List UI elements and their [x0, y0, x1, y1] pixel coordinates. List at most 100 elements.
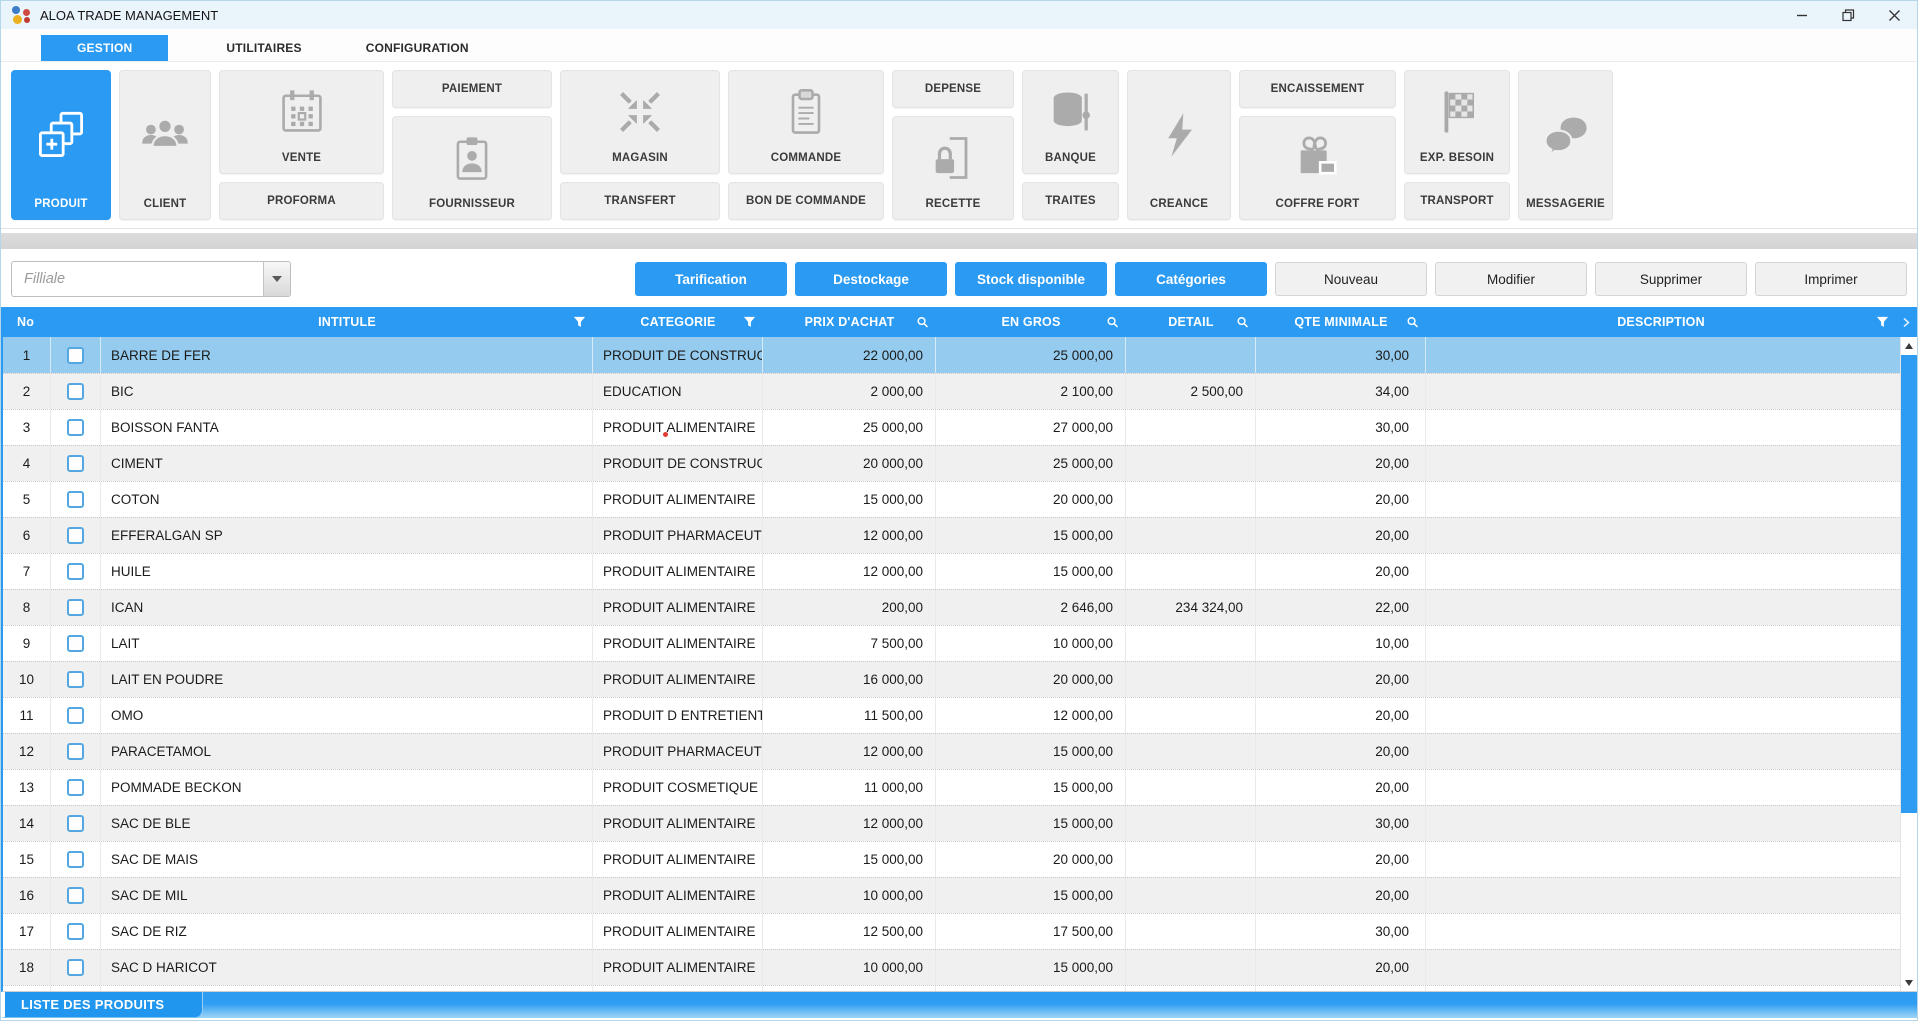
ribbon-button-produit[interactable]: PRODUIT	[11, 70, 111, 220]
imprimer-button[interactable]: Imprimer	[1755, 262, 1907, 296]
status-tab[interactable]: LISTE DES PRODUITS	[1, 992, 203, 1018]
table-row-1[interactable]: 1BARRE DE FERPRODUIT DE CONSTRUCTI22 000…	[3, 337, 1900, 373]
column-header-prix_achat[interactable]: PRIX D'ACHAT	[763, 307, 936, 337]
vertical-scrollbar[interactable]	[1900, 337, 1917, 991]
table-row-3[interactable]: 3BOISSON FANTAPRODUIT ALIMENTAIRE25 000,…	[3, 409, 1900, 445]
column-header-detail[interactable]: DETAIL	[1126, 307, 1256, 337]
column-header-no[interactable]: No	[3, 307, 51, 337]
column-header-qte_minimale[interactable]: QTE MINIMALE	[1256, 307, 1426, 337]
ribbon-button-magasin[interactable]: MAGASIN	[560, 70, 720, 174]
filter-funnel-icon[interactable]	[743, 316, 756, 329]
search-icon[interactable]	[916, 316, 929, 329]
table-row-17[interactable]: 17SAC DE RIZPRODUIT ALIMENTAIRE12 500,00…	[3, 913, 1900, 949]
table-row-18[interactable]: 18SAC D HARICOTPRODUIT ALIMENTAIRE10 000…	[3, 949, 1900, 985]
search-icon[interactable]	[1106, 316, 1119, 329]
ribbon-button-messagerie[interactable]: MESSAGERIE	[1518, 70, 1613, 220]
ribbon-button-depense[interactable]: DEPENSE	[892, 70, 1014, 108]
table-row-partial[interactable]	[3, 985, 1900, 991]
row-checkbox[interactable]	[67, 851, 84, 868]
tab-utilitaires[interactable]: UTILITAIRES	[220, 35, 307, 61]
filter-funnel-icon[interactable]	[573, 316, 586, 329]
row-checkbox[interactable]	[67, 419, 84, 436]
stock-disponible-button[interactable]: Stock disponible	[955, 262, 1107, 296]
row-checkbox[interactable]	[67, 491, 84, 508]
table-row-7[interactable]: 7HUILEPRODUIT ALIMENTAIRE12 000,0015 000…	[3, 553, 1900, 589]
dropdown-arrow-icon[interactable]	[263, 262, 290, 296]
filter-funnel-icon[interactable]	[1876, 316, 1889, 329]
ribbon-button-banque[interactable]: BANQUE	[1022, 70, 1119, 174]
table-row-12[interactable]: 12PARACETAMOLPRODUIT PHARMACEUTIQ12 000,…	[3, 733, 1900, 769]
table-row-4[interactable]: 4CIMENTPRODUIT DE CONSTRUCTI20 000,0025 …	[3, 445, 1900, 481]
ribbon-button-creance[interactable]: CREANCE	[1127, 70, 1231, 220]
table-row-16[interactable]: 16SAC DE MILPRODUIT ALIMENTAIRE10 000,00…	[3, 877, 1900, 913]
table-row-14[interactable]: 14SAC DE BLEPRODUIT ALIMENTAIRE12 000,00…	[3, 805, 1900, 841]
ribbon-button-exp-besoin[interactable]: EXP. BESOIN	[1404, 70, 1510, 174]
row-checkbox[interactable]	[67, 635, 84, 652]
ribbon-button-recette[interactable]: RECETTE	[892, 116, 1014, 220]
search-icon[interactable]	[1236, 316, 1249, 329]
table-row-10[interactable]: 10LAIT EN POUDREPRODUIT ALIMENTAIRE16 00…	[3, 661, 1900, 697]
row-checkbox[interactable]	[67, 779, 84, 796]
minimize-button[interactable]	[1779, 1, 1825, 29]
ribbon-button-transport[interactable]: TRANSPORT	[1404, 182, 1510, 220]
search-icon[interactable]	[1406, 316, 1419, 329]
table-row-2[interactable]: 2BICEDUCATION2 000,002 100,002 500,0034,…	[3, 373, 1900, 409]
row-checkbox[interactable]	[67, 383, 84, 400]
catégories-button[interactable]: Catégories	[1115, 262, 1267, 296]
ribbon-button-fournisseur[interactable]: FOURNISSEUR	[392, 116, 552, 220]
ribbon-button-transfert[interactable]: TRANSFERT	[560, 182, 720, 220]
table-row-6[interactable]: 6EFFERALGAN SPPRODUIT PHARMACEUTIQ12 000…	[3, 517, 1900, 553]
row-checkbox[interactable]	[67, 527, 84, 544]
cell-detail	[1126, 806, 1256, 841]
chevron-right-icon[interactable]	[1896, 307, 1917, 337]
scrollbar-thumb[interactable]	[1901, 355, 1917, 813]
ribbon-button-traites[interactable]: TRAITES	[1022, 182, 1119, 220]
destockage-button[interactable]: Destockage	[795, 262, 947, 296]
row-checkbox[interactable]	[67, 887, 84, 904]
tarification-button[interactable]: Tarification	[635, 262, 787, 296]
ribbon-button-encaissement[interactable]: ENCAISSEMENT	[1239, 70, 1396, 108]
ribbon-button-vente[interactable]: VENTE	[219, 70, 384, 174]
table-row-8[interactable]: 8ICANPRODUIT ALIMENTAIRE200,002 646,0023…	[3, 589, 1900, 625]
cell-qte_minimale: 20,00	[1256, 698, 1426, 733]
cell-check	[51, 734, 101, 769]
column-header-description[interactable]: DESCRIPTION	[1426, 307, 1896, 337]
tab-gestion[interactable]: GESTION	[41, 35, 168, 61]
ribbon-button-client[interactable]: CLIENT	[119, 70, 211, 220]
ribbon-button-proforma[interactable]: PROFORMA	[219, 182, 384, 220]
row-checkbox[interactable]	[67, 923, 84, 940]
scroll-down-icon[interactable]	[1901, 974, 1917, 991]
table-row-13[interactable]: 13POMMADE BECKONPRODUIT COSMETIQUE11 000…	[3, 769, 1900, 805]
ribbon-button-bon-de-commande[interactable]: BON DE COMMANDE	[728, 182, 884, 220]
row-checkbox[interactable]	[67, 599, 84, 616]
ribbon-button-commande[interactable]: COMMANDE	[728, 70, 884, 174]
ribbon-button-paiement[interactable]: PAIEMENT	[392, 70, 552, 108]
table-row-5[interactable]: 5COTONPRODUIT ALIMENTAIRE15 000,0020 000…	[3, 481, 1900, 517]
ribbon-column: CLIENT	[119, 70, 211, 220]
modifier-button[interactable]: Modifier	[1435, 262, 1587, 296]
tab-configuration[interactable]: CONFIGURATION	[360, 35, 475, 61]
filliale-combobox[interactable]: Filliale	[11, 261, 291, 297]
row-checkbox[interactable]	[67, 743, 84, 760]
cell-description	[1426, 914, 1900, 949]
supprimer-button[interactable]: Supprimer	[1595, 262, 1747, 296]
column-header-intitule[interactable]: INTITULE	[101, 307, 593, 337]
nouveau-button[interactable]: Nouveau	[1275, 262, 1427, 296]
row-checkbox[interactable]	[67, 347, 84, 364]
row-checkbox[interactable]	[67, 671, 84, 688]
close-button[interactable]	[1871, 1, 1917, 29]
table-row-11[interactable]: 11OMOPRODUIT D ENTRETIENT11 500,0012 000…	[3, 697, 1900, 733]
column-header-en_gros[interactable]: EN GROS	[936, 307, 1126, 337]
column-header-categorie[interactable]: CATEGORIE	[593, 307, 763, 337]
row-checkbox[interactable]	[67, 563, 84, 580]
table-row-9[interactable]: 9LAITPRODUIT ALIMENTAIRE7 500,0010 000,0…	[3, 625, 1900, 661]
column-header-check[interactable]	[51, 307, 101, 337]
row-checkbox[interactable]	[67, 815, 84, 832]
table-row-15[interactable]: 15SAC DE MAISPRODUIT ALIMENTAIRE15 000,0…	[3, 841, 1900, 877]
maximize-button[interactable]	[1825, 1, 1871, 29]
ribbon-button-coffre-fort[interactable]: COFFRE FORT	[1239, 116, 1396, 220]
scroll-up-icon[interactable]	[1901, 337, 1917, 354]
row-checkbox[interactable]	[67, 707, 84, 724]
row-checkbox[interactable]	[67, 455, 84, 472]
row-checkbox[interactable]	[67, 959, 84, 976]
